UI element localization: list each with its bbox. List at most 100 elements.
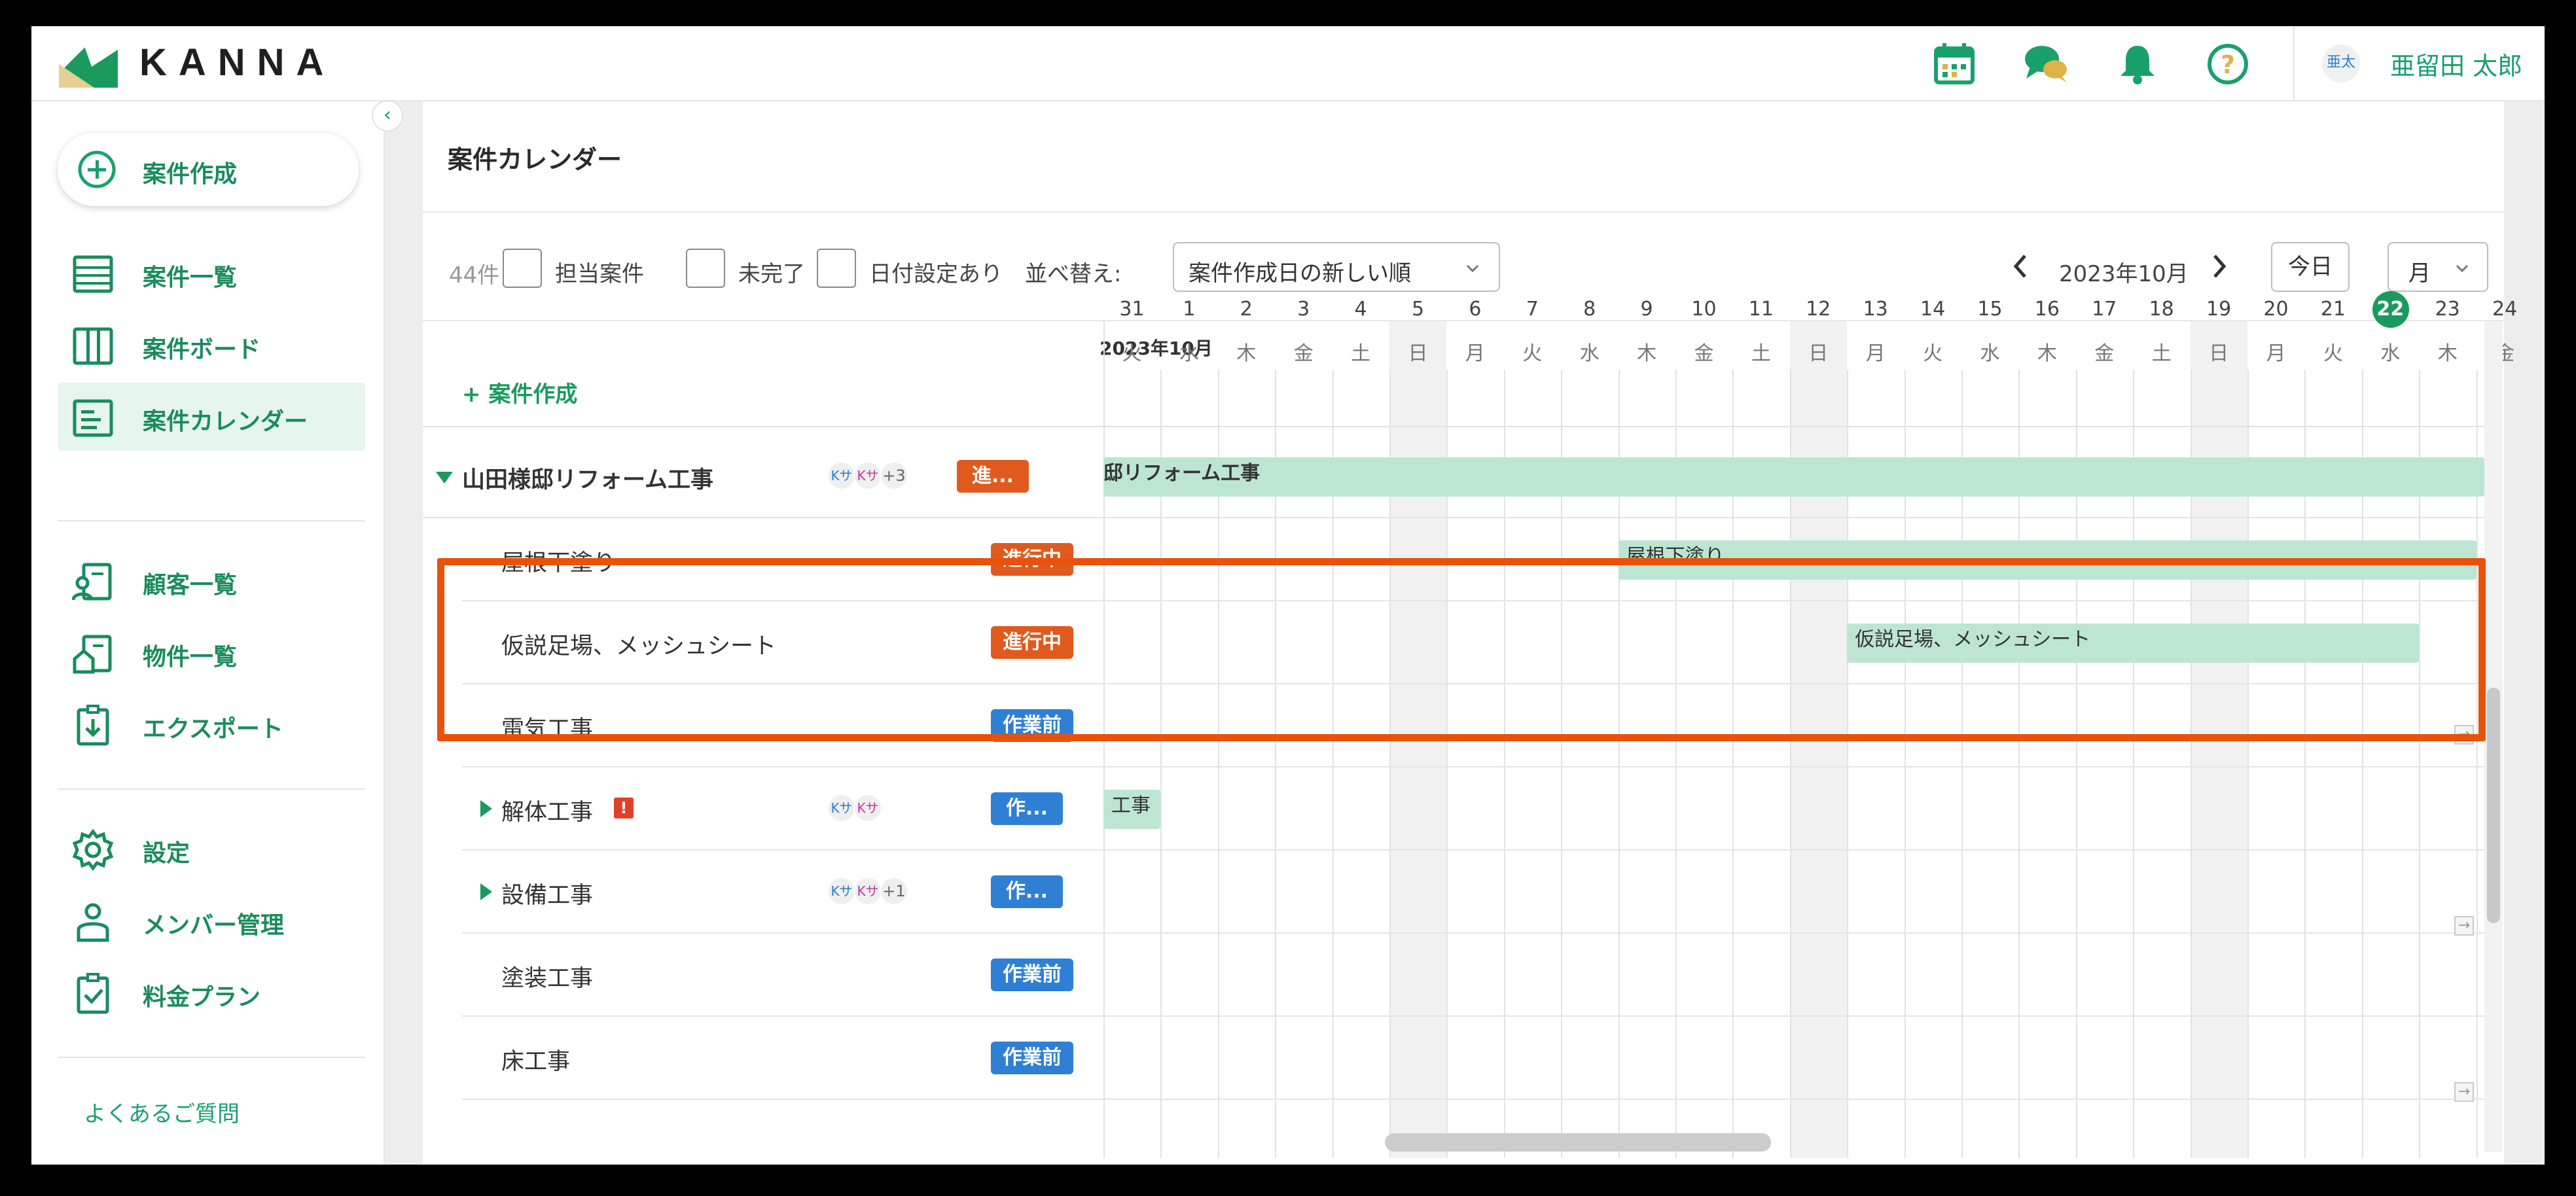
assignee-avatar: Kサ	[827, 794, 856, 822]
sidebar-item-plan[interactable]: 料金プラン	[58, 959, 365, 1027]
day-number: 10	[1691, 298, 1717, 321]
day-number: 14	[1920, 298, 1946, 321]
sidebar-divider	[58, 788, 365, 790]
warning-icon: !	[614, 798, 634, 818]
horizontal-scrollbar-thumb[interactable]	[1385, 1133, 1771, 1152]
sidebar-item-customers[interactable]: 顧客一覧	[58, 546, 365, 614]
project-row[interactable]: 床工事 作業前 →	[423, 1017, 2484, 1102]
day-number: 17	[2092, 298, 2117, 321]
status-badge: 進...	[957, 460, 1029, 493]
customer-icon	[72, 563, 112, 601]
sidebar-item-members[interactable]: メンバー管理	[58, 887, 365, 955]
schedule-bar[interactable]: 邸リフォーム工事	[1103, 457, 2484, 497]
day-number: 9	[1640, 298, 1653, 321]
assignee-more: +1	[880, 877, 908, 906]
kanna-logo-icon[interactable]	[59, 41, 118, 88]
filter-assigned-checkbox[interactable]	[503, 249, 542, 288]
day-weekday: 月	[1465, 342, 1485, 365]
day-number: 23	[2435, 298, 2460, 321]
sidebar-divider	[58, 1057, 365, 1058]
bell-icon[interactable]	[2113, 39, 2162, 89]
project-name[interactable]: 山田様邸リフォーム工事	[462, 461, 713, 495]
day-number: 16	[2034, 298, 2060, 321]
board-icon	[73, 327, 113, 365]
next-month-icon[interactable]	[2204, 251, 2233, 282]
faq-link[interactable]: よくあるご質問	[84, 1096, 240, 1128]
expand-arrow-icon[interactable]	[480, 883, 492, 900]
user-name[interactable]: 亜留田 太郎	[2390, 46, 2522, 82]
day-weekday: 日	[2209, 342, 2229, 365]
day-weekday: 火	[2323, 342, 2343, 365]
calendar-list-icon	[73, 399, 113, 437]
project-row[interactable]: 塗装工事 作業前	[423, 934, 2484, 1017]
assignee-more: +3	[880, 461, 908, 490]
filter-date-set-label: 日付設定あり	[869, 261, 1003, 287]
sidebar-item-export[interactable]: エクスポート	[58, 690, 365, 758]
sidebar-collapse-button[interactable]: ‹	[372, 100, 403, 132]
sidebar-divider	[58, 520, 365, 521]
project-name[interactable]: 床工事	[501, 1043, 570, 1076]
sidebar-item-label: 案件ボード	[143, 336, 261, 363]
scroll-to-bar-icon[interactable]: →	[2454, 1082, 2474, 1102]
day-weekday: 火	[1923, 342, 1943, 365]
collapse-arrow-icon[interactable]	[436, 472, 453, 484]
schedule-bar[interactable]: 工事	[1103, 790, 1161, 829]
chat-icon[interactable]	[2021, 39, 2071, 89]
svg-text:?: ?	[2221, 50, 2235, 79]
project-row[interactable]: 山田様邸リフォーム工事 Kサ Kサ +3 進... 邸リフォーム工事	[423, 435, 2484, 518]
export-icon	[77, 705, 109, 746]
scroll-to-bar-icon[interactable]: →	[2454, 916, 2474, 936]
assignee-avatar: Kサ	[853, 794, 882, 822]
prev-month-icon[interactable]	[2007, 251, 2035, 282]
project-row[interactable]: 解体工事! Kサ Kサ 作... 工事	[423, 767, 2484, 851]
day-number: 6	[1469, 298, 1482, 321]
day-number: 2	[1240, 298, 1253, 321]
expand-arrow-icon[interactable]	[480, 800, 492, 817]
calendar-icon[interactable]	[1929, 39, 1979, 89]
current-month-label: 2023年10月	[2059, 261, 2189, 287]
day-weekday: 木	[1236, 342, 1257, 365]
day-number: 19	[2206, 298, 2232, 321]
sort-select-value: 案件作成日の新しい順	[1189, 260, 1411, 287]
sort-select[interactable]: 案件作成日の新しい順	[1173, 242, 1500, 292]
sidebar-item-label: 料金プラン	[143, 984, 261, 1011]
chevron-down-icon	[1466, 264, 1479, 273]
create-project-button[interactable]: 案件作成	[58, 133, 359, 206]
create-project-label: 案件作成	[143, 161, 238, 188]
top-header: KANNA ? 亜太 亜留田 太郎	[31, 26, 2545, 101]
day-number: 11	[1748, 298, 1774, 321]
day-number: 21	[2320, 298, 2346, 321]
day-number: 18	[2149, 298, 2174, 321]
sidebar: ‹ 案件作成 案件一覧 案件ボード 案件カレンダー 顧客一覧 物件一覧 エクスポ…	[31, 100, 403, 1165]
view-mode-select[interactable]: 月	[2388, 242, 2488, 292]
sidebar-item-project-board[interactable]: 案件ボード	[58, 311, 365, 379]
page-title: 案件カレンダー	[448, 145, 622, 174]
sidebar-item-label: メンバー管理	[143, 912, 285, 939]
day-weekday: 水	[1579, 342, 1600, 365]
day-number: 5	[1411, 298, 1425, 321]
day-weekday: 金	[1694, 342, 1714, 365]
sidebar-item-settings[interactable]: 設定	[58, 815, 365, 883]
day-weekday: 水	[2380, 342, 2401, 365]
sidebar-item-properties[interactable]: 物件一覧	[58, 618, 365, 686]
day-weekday: 土	[1351, 342, 1371, 365]
sidebar-item-project-calendar[interactable]: 案件カレンダー	[58, 383, 365, 451]
assignee-avatar: Kサ	[827, 461, 856, 490]
day-weekday: 土	[2151, 342, 2172, 365]
today-button[interactable]: 今日	[2271, 242, 2350, 292]
day-number: 8	[1583, 298, 1596, 321]
add-project-link[interactable]: + 案件作成	[462, 376, 577, 408]
project-name[interactable]: 解体工事	[501, 794, 593, 827]
user-avatar[interactable]: 亜太	[2322, 44, 2360, 82]
brand-name: KANNA	[139, 41, 336, 84]
property-icon	[73, 635, 112, 674]
project-name[interactable]: 塗装工事	[501, 960, 593, 993]
help-icon[interactable]: ?	[2203, 39, 2253, 89]
filter-date-set-checkbox[interactable]	[817, 249, 856, 288]
sidebar-item-project-list[interactable]: 案件一覧	[58, 239, 365, 307]
vertical-scrollbar[interactable]	[2484, 321, 2503, 1152]
vertical-scrollbar-thumb[interactable]	[2487, 688, 2500, 923]
project-name[interactable]: 設備工事	[501, 877, 593, 910]
project-row[interactable]: 設備工事 Kサ Kサ +1 作... →	[423, 851, 2484, 936]
filter-incomplete-checkbox[interactable]	[686, 249, 725, 288]
